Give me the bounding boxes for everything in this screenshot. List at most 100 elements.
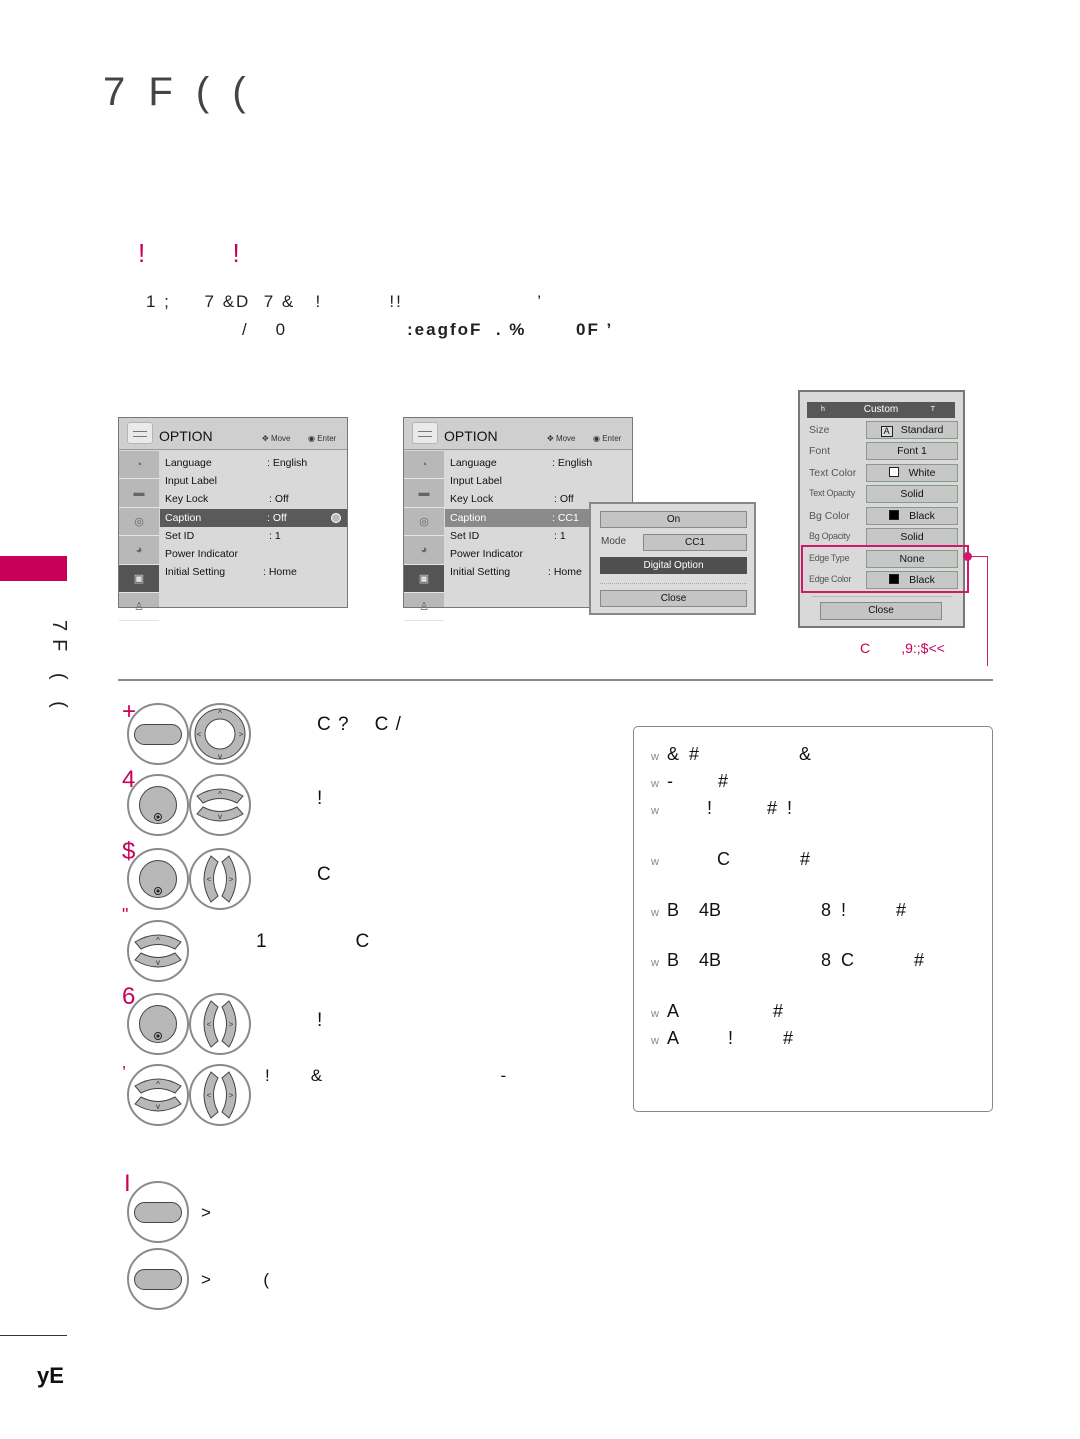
right-arrow-icon[interactable]: T [931,402,935,418]
move-hint: ✥ Move [547,434,576,443]
return-button[interactable] [127,1181,189,1243]
text-opacity-select[interactable]: Solid [866,485,958,503]
bullet-icon: w [651,957,659,969]
intro-text-line-2b: :eagfoF . % [407,320,527,339]
lock-category-icon[interactable]: ◕ [404,536,444,565]
svg-text:>: > [229,875,234,884]
svg-text:<: < [207,1020,212,1029]
custom-divider [812,596,952,597]
caption-on-button[interactable]: On [600,511,747,528]
size-select[interactable]: A Standard [866,421,958,439]
bg-color-select[interactable]: Black [866,507,958,525]
bg-color-row: Bg Color Black [807,507,958,526]
picture-category-icon[interactable]: ◔ [404,451,444,480]
exit-button[interactable] [127,1248,189,1310]
move-arrows-icon: ✥ [547,434,554,443]
step-number: ’ [122,1063,126,1083]
svg-text:>: > [239,730,244,739]
step-number: " [122,905,129,925]
text-color-select[interactable]: White [866,464,958,482]
note-item: w & # & [651,744,811,764]
bullet-icon: w [651,1008,659,1020]
bg-opacity-select[interactable]: Solid [866,528,958,546]
enter-button[interactable] [127,993,189,1055]
menu-item-language[interactable]: Language: English [445,454,632,472]
digital-option-button[interactable]: Digital Option [600,557,747,574]
menu-button[interactable] [127,703,189,765]
left-arrow-icon[interactable]: h [821,402,825,418]
enter-button[interactable] [127,774,189,836]
text-color-row: Text Color White [807,464,958,483]
menu-item-key-lock[interactable]: Key Lock: Off [160,490,347,508]
enter-button[interactable] [127,848,189,910]
lock-category-icon[interactable]: ◕ [119,536,159,565]
text-opacity-row: Text Opacity Solid [807,485,958,504]
selected-radio-icon [331,512,341,523]
menu-title: OPTION [444,428,498,444]
popup-divider [600,583,747,584]
audio-category-icon[interactable]: ▬ [119,479,159,508]
up-down-button[interactable]: ^ v [127,1064,189,1126]
menu-item-caption[interactable]: Caption: Off [160,508,347,527]
menu-item-power-indicator[interactable]: Power Indicator [160,545,347,563]
svg-text:^: ^ [156,936,160,945]
svg-text:<: < [197,730,202,739]
section-heading: ! ! [138,238,280,268]
dpad-icon: ^ v < > [194,708,246,761]
enter-dot-icon: ◉ [593,434,600,443]
menu-item-input-label[interactable]: Input Label [160,472,347,490]
up-down-arrows-icon: ^ v [196,788,244,822]
font-select[interactable]: Font 1 [866,442,958,460]
notes-box: w & # & w- # w ! # ! w C # wB 4B 8 ! # wB… [633,726,993,1112]
bullet-icon: w [651,805,659,817]
up-down-button[interactable]: ^ v [189,774,251,836]
bullet-icon: w [651,907,659,919]
dpad-button[interactable]: ^ v < > [189,703,251,765]
menu-item-set-id[interactable]: Set ID: 1 [160,527,347,545]
note-item: wB 4B 8 C # [651,950,925,970]
note-item: wA # [651,1001,783,1021]
option-category-icon[interactable]: ▣ [404,564,444,593]
menu-header: OPTION ✥ Move ◉ Enter [404,418,632,450]
move-arrows-icon: ✥ [262,434,269,443]
svg-text:<: < [207,1091,212,1100]
note-item: wB 4B 8 ! # [651,900,907,920]
svg-text:v: v [156,958,160,967]
menu-item-language[interactable]: Language: English [160,454,347,472]
font-size-a-icon: A [880,426,893,437]
time-category-icon[interactable]: ◎ [404,508,444,537]
left-right-button[interactable]: < > [189,848,251,910]
enter-hint: ◉ Enter [308,434,337,443]
left-right-button[interactable]: < > [189,993,251,1055]
up-down-button[interactable]: ^ v [127,920,189,982]
time-category-icon[interactable]: ◎ [119,508,159,537]
input-category-icon[interactable]: ♙ [404,593,444,622]
input-category-icon[interactable]: ♙ [119,593,159,622]
audio-category-icon[interactable]: ▬ [404,479,444,508]
callout-note: C ,9:;$<< [860,640,945,656]
picture-category-icon[interactable]: ◔ [119,451,159,480]
svg-text:>: > [229,1020,234,1029]
bullet-icon: w [651,751,659,763]
custom-close-button[interactable]: Close [820,602,942,620]
step-text: 1 C [256,931,371,952]
mode-select[interactable]: CC1 [643,534,747,551]
step-text: ! & - [265,1066,508,1085]
menu-item-initial-setting[interactable]: Initial Setting: Home [160,563,347,581]
svg-text:<: < [207,875,212,884]
custom-header[interactable]: h Custom T [807,402,955,418]
step-text: > [201,1203,212,1222]
svg-text:>: > [229,1091,234,1100]
left-right-arrows-icon: < > [203,1000,237,1048]
menu-item-input-label[interactable]: Input Label [445,472,632,490]
svg-text:v: v [156,1102,160,1111]
menu-header: OPTION ✥ Move ◉ Enter [119,418,347,450]
step-text: C [317,864,332,885]
note-item: wA ! # [651,1028,793,1048]
option-category-icon[interactable]: ▣ [119,564,159,593]
callout-line [987,556,988,666]
left-right-button[interactable]: < > [189,1064,251,1126]
white-swatch-icon [888,467,899,477]
page-number: yE [37,1363,64,1388]
close-button[interactable]: Close [600,590,747,607]
